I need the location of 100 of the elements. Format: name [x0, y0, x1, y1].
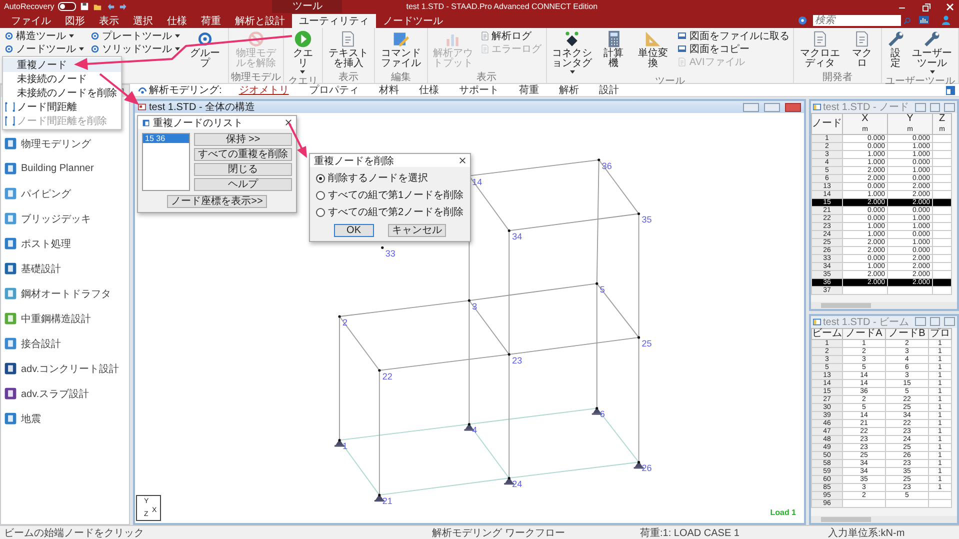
- ribbon-tab[interactable]: 表示: [92, 14, 126, 28]
- sidebar-item[interactable]: 中重鋼構造設計: [1, 306, 129, 331]
- dialog-button[interactable]: すべての重複を削除: [194, 148, 292, 161]
- sidebar-item[interactable]: パイピング: [1, 181, 129, 206]
- ribbon-tab[interactable]: 解析と設計: [228, 14, 292, 28]
- sidebar-item[interactable]: 物理モデリング: [1, 131, 129, 156]
- horizontal-scrollbar[interactable]: [811, 516, 957, 523]
- workflow-tab[interactable]: 材料: [370, 84, 408, 96]
- sidebar-item[interactable]: 基礎設計: [1, 256, 129, 281]
- workflow-tab[interactable]: プロパティ: [300, 84, 368, 96]
- workflow-tab[interactable]: 荷重: [510, 84, 548, 96]
- node-dot[interactable]: [338, 438, 341, 442]
- horizontal-scrollbar[interactable]: [811, 302, 957, 308]
- node-dot[interactable]: [596, 282, 598, 285]
- column-header[interactable]: ビーム: [812, 328, 842, 339]
- menu-item[interactable]: ノード間距離: [3, 100, 121, 114]
- node-dot[interactable]: [338, 315, 341, 318]
- sidebar-item[interactable]: 鋼材オートドラフタ: [1, 281, 129, 306]
- ribbon-button[interactable]: 解析ログ: [478, 29, 544, 42]
- ribbon-button[interactable]: 図面をファイルに取る: [675, 29, 792, 42]
- undo-icon[interactable]: [106, 2, 116, 11]
- user-icon[interactable]: [941, 15, 951, 25]
- ribbon-button[interactable]: クエリ: [286, 29, 320, 76]
- ribbon-tab[interactable]: 図形: [58, 14, 92, 28]
- radio-button[interactable]: [316, 190, 325, 200]
- ribbon-button[interactable]: 単位変換: [631, 29, 674, 70]
- node-dot[interactable]: [637, 460, 640, 464]
- radio-button[interactable]: [316, 208, 325, 216]
- sidebar-item[interactable]: 地震: [1, 406, 129, 431]
- ribbon-tab[interactable]: 荷重: [194, 14, 228, 28]
- node-dot[interactable]: [378, 369, 381, 372]
- dialog-button[interactable]: ヘルプ: [194, 178, 292, 191]
- column-header[interactable]: ノードB: [886, 328, 928, 339]
- column-header[interactable]: ノード: [812, 114, 842, 134]
- sidebar-item[interactable]: ポスト処理: [1, 231, 129, 256]
- dialog-button[interactable]: 閉じる: [194, 163, 292, 176]
- ribbon-tab[interactable]: 選択: [126, 14, 160, 28]
- ribbon-button[interactable]: テキストを挿入: [324, 29, 372, 70]
- workflow-tab[interactable]: 設計: [590, 84, 628, 96]
- node-dot[interactable]: [508, 353, 510, 356]
- radio-button[interactable]: [316, 174, 325, 182]
- layout-icon[interactable]: [946, 86, 955, 94]
- redo-icon[interactable]: [119, 2, 128, 11]
- ribbon-button[interactable]: グループ: [184, 29, 226, 70]
- search-field[interactable]: 検索: [813, 15, 901, 26]
- ribbon-tab[interactable]: 仕様: [160, 14, 194, 28]
- ribbon-button[interactable]: マクロ: [844, 29, 879, 70]
- node-dot[interactable]: [468, 299, 470, 302]
- autorecovery-toggle[interactable]: [58, 2, 76, 11]
- node-dot[interactable]: [637, 336, 640, 339]
- node-dot[interactable]: [508, 229, 510, 232]
- node-dot[interactable]: [508, 476, 510, 480]
- list-item[interactable]: 15 36: [143, 134, 189, 143]
- workflow-tab[interactable]: ジオメトリ: [230, 84, 298, 96]
- sidebar-item[interactable]: adv.スラブ設計: [1, 381, 129, 406]
- dialog-button[interactable]: 保持 >>: [194, 133, 292, 146]
- ribbon-button[interactable]: ソリッドツール: [88, 42, 183, 55]
- show-coordinates-button[interactable]: ノード座標を表示>>: [167, 195, 267, 208]
- restore-icon[interactable]: [921, 2, 931, 12]
- node-dot[interactable]: [596, 406, 598, 410]
- ribbon-tab[interactable]: ファイル: [4, 14, 58, 28]
- ribbon-button[interactable]: 設定: [884, 29, 908, 70]
- node-dot[interactable]: [381, 246, 384, 249]
- close-button[interactable]: [785, 102, 801, 112]
- ribbon-button[interactable]: マクロエディタ: [796, 29, 844, 70]
- menu-item[interactable]: 重複ノード: [3, 58, 121, 72]
- sidebar-item[interactable]: 接合設計: [1, 331, 129, 356]
- module-icon: [4, 287, 17, 300]
- workflow-tab[interactable]: 解析: [550, 84, 588, 96]
- ribbon-button[interactable]: 構造ツール: [2, 29, 87, 42]
- ribbon-button[interactable]: ノードツール: [2, 42, 87, 55]
- sidebar-item[interactable]: adv.コンクリート設計: [1, 356, 129, 381]
- node-dot[interactable]: [598, 158, 600, 162]
- workflow-tab[interactable]: サポート: [450, 84, 508, 96]
- ribbon-button[interactable]: コネクションタグ: [548, 29, 596, 76]
- workflow-tab[interactable]: 仕様: [410, 84, 448, 96]
- dialog-button[interactable]: キャンセル: [388, 224, 446, 237]
- chart-icon[interactable]: [919, 15, 929, 25]
- ribbon-button[interactable]: 図面をコピー: [675, 42, 792, 55]
- ribbon-tab[interactable]: ノードツール: [376, 14, 450, 28]
- node-dot[interactable]: [637, 212, 640, 216]
- save-icon[interactable]: [80, 2, 90, 11]
- dialog-button[interactable]: OK: [334, 224, 374, 237]
- close-icon[interactable]: [458, 157, 466, 164]
- menu-item[interactable]: 未接続のノードを削除: [3, 86, 121, 100]
- ribbon-button[interactable]: プレートツール: [88, 29, 183, 42]
- folder-icon[interactable]: [93, 2, 102, 11]
- node-dot[interactable]: [378, 494, 381, 496]
- sidebar-item[interactable]: Building Planner: [1, 156, 129, 181]
- ribbon-button[interactable]: コマンドファイル: [377, 29, 425, 70]
- ribbon-button[interactable]: ユーザーツール: [908, 29, 956, 76]
- module-icon: [4, 187, 17, 200]
- node-dot[interactable]: [468, 422, 470, 426]
- help-icon[interactable]: [798, 16, 807, 25]
- column-header[interactable]: ノードA: [842, 328, 886, 339]
- sidebar-item[interactable]: ブリッジデッキ: [1, 206, 129, 231]
- ribbon-tab[interactable]: ユーティリティ: [292, 14, 376, 28]
- ribbon-button[interactable]: 計算機: [596, 29, 630, 70]
- close-icon[interactable]: [285, 119, 292, 126]
- menu-item[interactable]: 未接続のノード: [3, 72, 121, 86]
